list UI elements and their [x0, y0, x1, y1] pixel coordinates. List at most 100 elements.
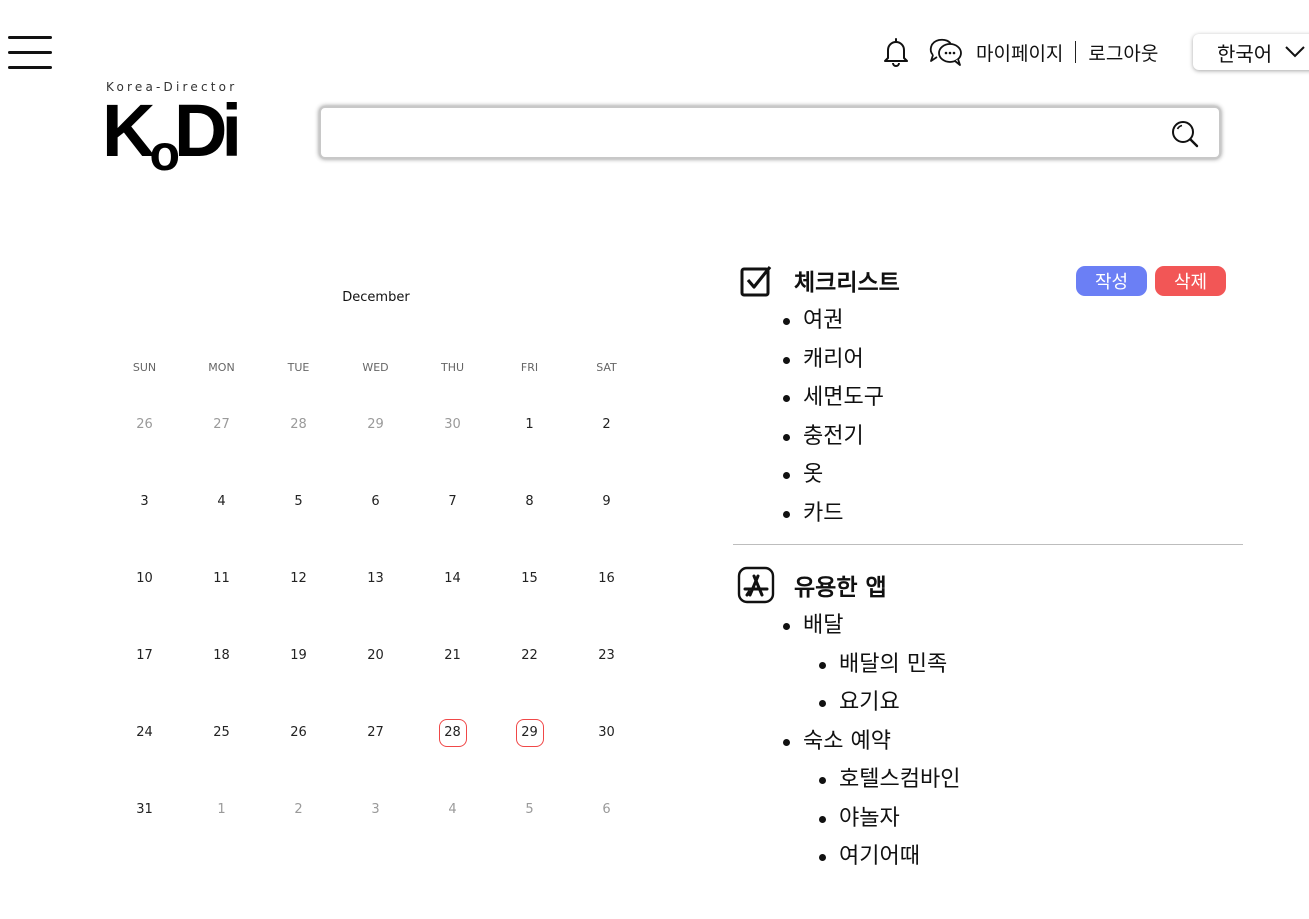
calendar-day[interactable]: 30 — [568, 694, 645, 771]
calendar-day-outside[interactable]: 29 — [337, 386, 414, 463]
calendar-day[interactable]: 22 — [491, 617, 568, 694]
calendar-day-outside[interactable]: 27 — [183, 386, 260, 463]
checkbox-icon — [740, 266, 772, 297]
calendar-week-row: 26 27 28 29 30 1 2 — [106, 386, 646, 463]
calendar-day-number: 4 — [448, 802, 457, 817]
calendar-day-number: 1 — [217, 802, 226, 817]
apps-list: 배달 배달의 민족 요기요숙소 예약호텔스컴바인 야놀자 여기어때 — [733, 607, 1243, 877]
calendar-day[interactable]: 9 — [568, 463, 645, 540]
search-icon[interactable] — [1169, 118, 1201, 150]
calendar-day-number: 2 — [294, 802, 303, 817]
calendar-day[interactable]: 19 — [260, 617, 337, 694]
app-link[interactable]: 여기어때 — [803, 838, 1243, 877]
chat-icon[interactable] — [928, 34, 964, 70]
logout-link[interactable]: 로그아웃 — [1088, 39, 1158, 66]
calendar-day[interactable]: 3 — [106, 463, 183, 540]
calendar-day-number: 22 — [521, 648, 538, 663]
calendar-day-number: 3 — [371, 802, 380, 817]
calendar-day[interactable]: 7 — [414, 463, 491, 540]
calendar-day-number: 30 — [598, 725, 615, 740]
calendar-day-number: 24 — [136, 725, 153, 740]
calendar-day[interactable]: 2 — [568, 386, 645, 463]
calendar-day-number: 15 — [521, 571, 538, 586]
calendar-day-number: 6 — [371, 494, 380, 509]
calendar-day[interactable]: 21 — [414, 617, 491, 694]
calendar-day[interactable]: 23 — [568, 617, 645, 694]
chevron-down-icon — [1285, 46, 1305, 58]
weekday-label: MON — [208, 361, 235, 374]
calendar-day-outside[interactable]: 2 — [260, 771, 337, 848]
calendar-day[interactable]: 1 — [491, 386, 568, 463]
calendar-day-outside[interactable]: 4 — [414, 771, 491, 848]
calendar-day-number: 26 — [136, 417, 153, 432]
calendar-day-outside[interactable]: 3 — [337, 771, 414, 848]
delete-button[interactable]: 삭제 — [1155, 266, 1226, 296]
calendar-day[interactable]: 12 — [260, 540, 337, 617]
checklist-item[interactable]: 세면도구 — [733, 379, 1243, 418]
calendar-day[interactable]: 11 — [183, 540, 260, 617]
calendar-day[interactable]: 14 — [414, 540, 491, 617]
calendar-grid: SUN MON TUE WED THU FRI SAT 26 27 28 29 30 1 2 3 4 5 6 7 8… — [106, 350, 646, 848]
calendar-day[interactable]: 31 — [106, 771, 183, 848]
calendar-day-marked[interactable]: 29 — [491, 694, 568, 771]
calendar-day[interactable]: 15 — [491, 540, 568, 617]
checklist-item[interactable]: 여권 — [733, 302, 1243, 341]
calendar-day-number: 25 — [213, 725, 230, 740]
app-link[interactable]: 배달의 민족 — [803, 646, 1243, 685]
calendar-day[interactable]: 26 — [260, 694, 337, 771]
calendar-week-row: 3 4 5 6 7 8 9 — [106, 463, 646, 540]
calendar-day[interactable]: 18 — [183, 617, 260, 694]
logo-letters-di: Di — [174, 89, 242, 172]
calendar-week-row: 10 11 12 13 14 15 16 — [106, 540, 646, 617]
app-sublist: 배달의 민족 요기요 — [803, 646, 1243, 723]
calendar-day-number: 27 — [213, 417, 230, 432]
calendar-week-row: 17 18 19 20 21 22 23 — [106, 617, 646, 694]
app-category: 배달 배달의 민족 요기요 — [733, 607, 1243, 723]
menu-icon[interactable] — [6, 33, 54, 73]
calendar-day-number: 16 — [598, 571, 615, 586]
calendar-day-number: 5 — [525, 802, 534, 817]
calendar-day[interactable]: 13 — [337, 540, 414, 617]
app-link[interactable]: 호텔스컴바인 — [803, 761, 1243, 800]
language-select[interactable]: 한국어 — [1193, 34, 1309, 70]
calendar-day-outside[interactable]: 28 — [260, 386, 337, 463]
weekday-label: FRI — [520, 361, 539, 374]
calendar-day[interactable]: 5 — [260, 463, 337, 540]
calendar-day-outside[interactable]: 1 — [183, 771, 260, 848]
calendar-day[interactable]: 20 — [337, 617, 414, 694]
calendar-day[interactable]: 6 — [337, 463, 414, 540]
calendar-day[interactable]: 25 — [183, 694, 260, 771]
calendar-day-number: 12 — [290, 571, 307, 586]
mypage-link[interactable]: 마이페이지 — [976, 39, 1063, 66]
calendar-day-number: 5 — [294, 494, 303, 509]
write-button[interactable]: 작성 — [1076, 266, 1147, 296]
app-link[interactable]: 요기요 — [803, 684, 1243, 723]
calendar-day-number: 30 — [444, 417, 461, 432]
calendar-day[interactable]: 4 — [183, 463, 260, 540]
calendar-day-number: 6 — [602, 802, 611, 817]
calendar-day-marked[interactable]: 28 — [414, 694, 491, 771]
bell-icon[interactable] — [878, 34, 914, 70]
app-category: 숙소 예약호텔스컴바인 야놀자 여기어때 — [733, 723, 1243, 877]
calendar-day[interactable]: 24 — [106, 694, 183, 771]
calendar-day-number: 10 — [136, 571, 153, 586]
calendar-day[interactable]: 10 — [106, 540, 183, 617]
calendar-day-outside[interactable]: 6 — [568, 771, 645, 848]
calendar-day[interactable]: 17 — [106, 617, 183, 694]
checklist-item[interactable]: 옷 — [733, 456, 1243, 495]
calendar-day[interactable]: 8 — [491, 463, 568, 540]
calendar-day[interactable]: 27 — [337, 694, 414, 771]
search-input[interactable] — [335, 116, 1159, 152]
app-link[interactable]: 야놀자 — [803, 800, 1243, 839]
app-category-label: 숙소 예약 — [803, 728, 891, 754]
checklist-item[interactable]: 카드 — [733, 495, 1243, 534]
calendar-day-number: 21 — [444, 648, 461, 663]
checklist-item[interactable]: 캐리어 — [733, 341, 1243, 380]
checklist-item[interactable]: 충전기 — [733, 418, 1243, 457]
weekday-label: THU — [440, 361, 465, 374]
kodi-logo[interactable]: Korea-Director KoDi — [100, 78, 260, 181]
calendar-day-outside[interactable]: 30 — [414, 386, 491, 463]
calendar-day[interactable]: 16 — [568, 540, 645, 617]
calendar-day-outside[interactable]: 26 — [106, 386, 183, 463]
calendar-day-outside[interactable]: 5 — [491, 771, 568, 848]
